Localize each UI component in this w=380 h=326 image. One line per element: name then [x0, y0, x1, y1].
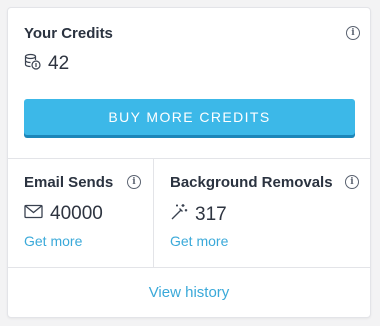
credits-balance: 42 [24, 53, 69, 75]
email-sends-get-more-link[interactable]: Get more [24, 233, 82, 249]
email-sends-balance: 40000 [24, 203, 103, 225]
background-removals-value: 317 [195, 203, 227, 225]
divider [153, 159, 154, 267]
info-icon[interactable]: i [346, 26, 360, 40]
background-removals-title: Background Removals [170, 174, 333, 191]
credits-title: Your Credits [24, 25, 113, 42]
buy-more-credits-button[interactable]: BUY MORE CREDITS [24, 99, 355, 135]
email-sends-title: Email Sends [24, 174, 114, 191]
credits-card: Your Credits i 42 BUY MORE CREDITS Email… [7, 7, 371, 318]
info-icon[interactable]: i [345, 175, 359, 189]
background-removals-get-more-link[interactable]: Get more [170, 233, 228, 249]
divider [8, 158, 370, 159]
background-removals-balance: 317 [170, 203, 227, 226]
credits-value: 42 [48, 53, 70, 74]
database-coins-icon [24, 53, 41, 75]
envelope-icon [24, 204, 43, 224]
magic-wand-icon [170, 203, 188, 226]
email-sends-value: 40000 [50, 203, 103, 224]
info-icon[interactable]: i [127, 175, 141, 189]
view-history-link[interactable]: View history [8, 284, 370, 301]
divider [8, 267, 370, 268]
